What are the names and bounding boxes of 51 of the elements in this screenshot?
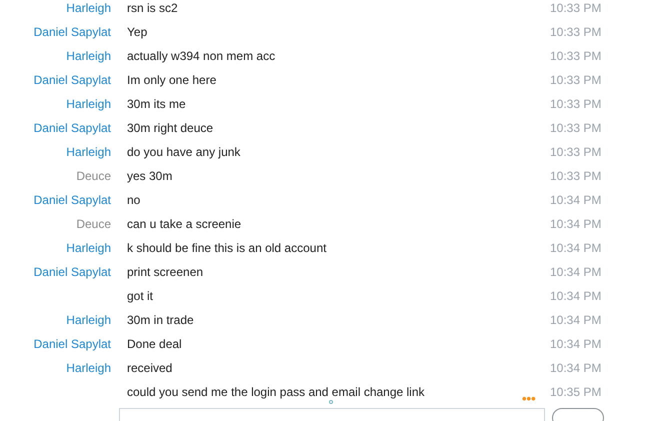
message-text: 30m its me [127, 97, 186, 111]
message-time: 10:34 PM [550, 192, 602, 209]
message-text: received [127, 361, 172, 375]
message-text: k should be fine this is an old account [127, 241, 326, 255]
message-time: 10:33 PM [550, 168, 602, 185]
sender-name[interactable]: Daniel Sapylat [34, 25, 111, 39]
sender-name[interactable]: Daniel Sapylat [34, 73, 111, 87]
message-text: actually w394 non mem acc [127, 49, 276, 63]
message-text: 30m right deuce [127, 121, 214, 135]
sender-name[interactable]: Harleigh [66, 97, 111, 111]
sender-name[interactable]: Daniel Sapylat [34, 193, 111, 207]
message-time: 10:34 PM [550, 216, 602, 233]
message-time: 10:35 PM [550, 384, 602, 401]
message-text: Yep [127, 25, 148, 39]
sender-name[interactable]: Harleigh [66, 1, 111, 15]
message-time: 10:34 PM [550, 288, 602, 305]
message-time: 10:33 PM [550, 96, 602, 113]
message-time: 10:34 PM [550, 264, 602, 281]
message-time: 10:34 PM [550, 336, 602, 353]
message-text: rsn is sc2 [127, 1, 178, 15]
sender-name[interactable]: Deuce [76, 217, 111, 231]
message-text: 30m in trade [127, 313, 194, 327]
message-text: yes 30m [127, 169, 172, 183]
sender-name[interactable]: Deuce [76, 169, 111, 183]
message-time: 10:33 PM [550, 144, 602, 161]
message-time: 10:33 PM [550, 24, 602, 41]
sender-name[interactable]: Harleigh [66, 145, 111, 159]
message-time: 10:33 PM [550, 48, 602, 65]
message-time: 10:33 PM [550, 72, 602, 89]
message-text: Done deal [127, 337, 182, 351]
sender-name[interactable]: Harleigh [66, 361, 111, 375]
sender-name[interactable]: Daniel Sapylat [34, 337, 111, 351]
message-text: got it [127, 289, 154, 303]
sender-name[interactable]: Daniel Sapylat [34, 121, 111, 135]
sender-name[interactable]: Harleigh [66, 49, 111, 63]
message-time: 10:34 PM [550, 312, 602, 329]
message-time: 10:33 PM [550, 0, 602, 17]
typing-indicator: ••• [522, 392, 536, 405]
message-text: can u take a screenie [127, 217, 242, 231]
message-text: do you have any junk [127, 145, 240, 159]
sender-name[interactable]: Harleigh [66, 313, 111, 327]
message-time: 10:33 PM [550, 120, 602, 137]
message-time: 10:34 PM [550, 240, 602, 257]
message-text: could you send me the login pass and email change link [127, 385, 425, 399]
scroll-marker-icon [329, 400, 333, 404]
message-text: print screenen [127, 265, 204, 279]
sender-name[interactable]: Harleigh [66, 241, 111, 255]
message-text: no [127, 193, 140, 207]
message-text: Im only one here [127, 73, 216, 87]
sender-name[interactable]: Daniel Sapylat [34, 265, 111, 279]
message-time: 10:34 PM [550, 360, 602, 377]
